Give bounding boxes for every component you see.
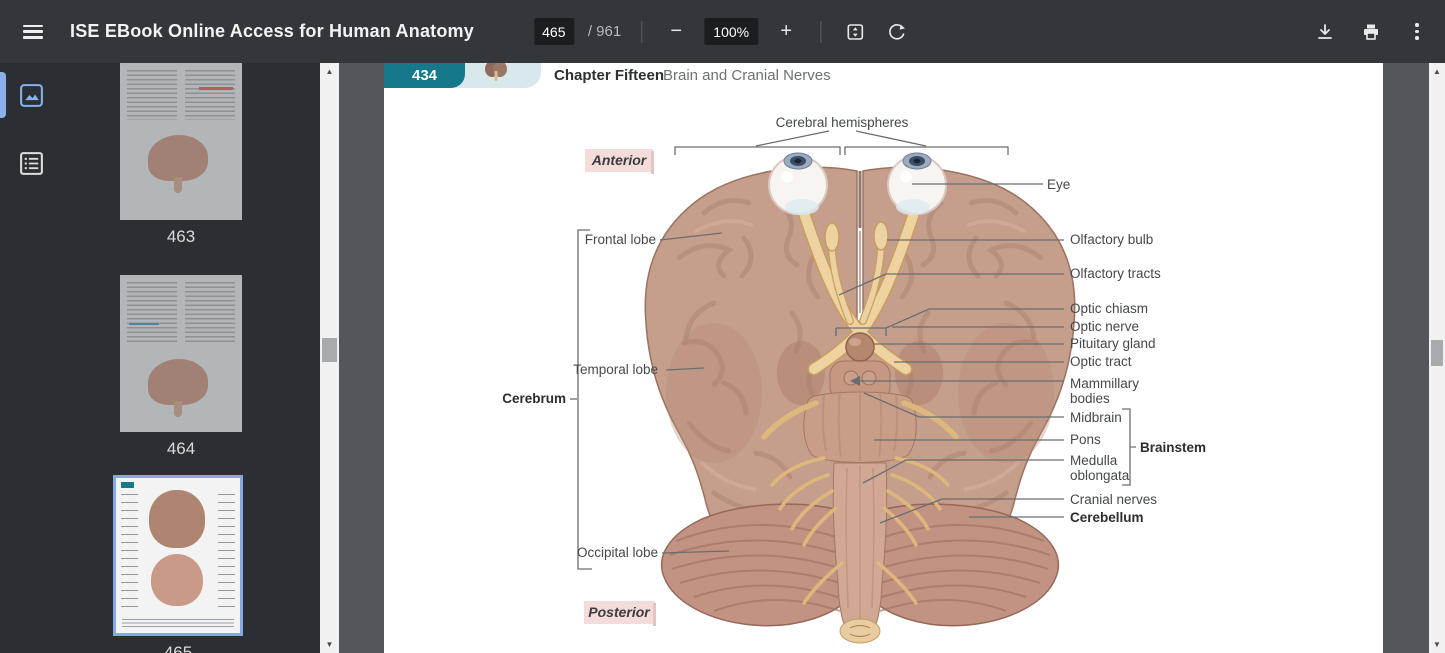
thumbnail-page-463[interactable]: 463 — [120, 63, 242, 247]
page-scrollbar[interactable]: ▲ ▼ — [1429, 63, 1445, 653]
thumbnails-icon — [18, 82, 45, 109]
download-icon — [1315, 22, 1335, 42]
zoom-level-input[interactable] — [704, 18, 758, 45]
document-viewer: 434 Chapter Fifteen Brain and Cranial Ne… — [339, 63, 1445, 653]
toolbar-divider — [820, 21, 821, 43]
label-pons: Pons — [1070, 432, 1101, 447]
app-title: ISE EBook Online Access for Human Anatom… — [70, 21, 474, 42]
zoom-out-button[interactable]: − — [662, 18, 690, 46]
printer-icon — [1361, 22, 1381, 42]
kebab-icon — [1415, 23, 1419, 40]
thumbnail-preview — [120, 275, 242, 432]
toolbar-divider — [641, 21, 642, 43]
toolbar: ISE EBook Online Access for Human Anatom… — [0, 0, 1445, 63]
outline-tab-button[interactable] — [0, 140, 63, 186]
label-occipital-lobe: Occipital lobe — [577, 545, 658, 560]
scroll-up-button[interactable]: ▲ — [320, 63, 339, 80]
thumbnail-label: 463 — [120, 227, 242, 247]
left-eye — [769, 153, 827, 215]
scroll-down-button[interactable]: ▼ — [320, 636, 339, 653]
thumbnail-preview — [113, 475, 243, 636]
thumbnails-tab-button[interactable] — [0, 72, 63, 118]
page-number-input[interactable] — [534, 18, 574, 45]
download-button[interactable] — [1311, 18, 1339, 46]
thumbnails-panel: 463 464 465 — [63, 63, 320, 653]
label-anterior: Anterior — [591, 152, 648, 168]
label-temporal-lobe: Temporal lobe — [573, 362, 658, 377]
document-page: 434 Chapter Fifteen Brain and Cranial Ne… — [384, 63, 1383, 653]
hamburger-icon — [23, 25, 43, 39]
label-cerebral-hemispheres: Cerebral hemispheres — [776, 115, 909, 130]
page-scroll-down-button[interactable]: ▼ — [1429, 636, 1445, 653]
label-posterior: Posterior — [588, 604, 651, 620]
label-mammillary-line2: bodies — [1070, 391, 1110, 406]
rotate-button[interactable] — [883, 18, 911, 46]
label-optic-tract: Optic tract — [1070, 354, 1132, 369]
label-optic-chiasm: Optic chiasm — [1070, 301, 1148, 316]
brain-inferior-view-figure: Cerebral hemispheres Eye Frontal lobe Ol… — [384, 63, 1383, 653]
thumbnail-preview — [120, 63, 242, 220]
label-eye: Eye — [1047, 177, 1070, 192]
label-cranial-nerves: Cranial nerves — [1070, 492, 1157, 507]
label-cerebrum: Cerebrum — [502, 391, 566, 406]
label-medulla-line1: Medulla — [1070, 453, 1118, 468]
scrollbar-thumb[interactable] — [322, 338, 337, 362]
label-medulla-line2: oblongata — [1070, 468, 1130, 483]
active-tab-indicator — [0, 72, 6, 118]
label-brainstem: Brainstem — [1140, 440, 1206, 455]
thumbnail-label: 465 — [113, 643, 243, 653]
zoom-in-button[interactable]: + — [772, 18, 800, 46]
label-olfactory-tracts: Olfactory tracts — [1070, 266, 1161, 281]
print-button[interactable] — [1357, 18, 1385, 46]
outline-icon — [18, 150, 45, 177]
label-pituitary-gland: Pituitary gland — [1070, 336, 1156, 351]
sidebar-rail — [0, 63, 63, 653]
thumbnail-label: 464 — [120, 439, 242, 459]
more-options-button[interactable] — [1403, 18, 1431, 46]
page-scrollbar-thumb[interactable] — [1431, 340, 1443, 366]
label-mammillary-line1: Mammillary — [1070, 376, 1139, 391]
label-cerebellum: Cerebellum — [1070, 510, 1144, 525]
label-frontal-lobe: Frontal lobe — [585, 232, 656, 247]
label-optic-nerve: Optic nerve — [1070, 319, 1139, 334]
anterior-badge: Anterior — [585, 149, 654, 174]
fit-to-page-button[interactable] — [841, 18, 869, 46]
fit-page-icon — [845, 22, 865, 42]
page-scroll-up-button[interactable]: ▲ — [1429, 63, 1445, 80]
thumbnail-page-465-selected[interactable]: 465 — [113, 475, 243, 653]
thumbnail-page-464[interactable]: 464 — [120, 275, 242, 459]
rotate-icon — [887, 22, 907, 42]
label-olfactory-bulb: Olfactory bulb — [1070, 232, 1153, 247]
label-midbrain: Midbrain — [1070, 410, 1122, 425]
menu-button[interactable] — [16, 15, 50, 49]
posterior-badge: Posterior — [584, 601, 656, 626]
page-count-label: / 961 — [588, 23, 621, 40]
thumbnails-scrollbar[interactable]: ▲ ▼ — [320, 63, 339, 653]
